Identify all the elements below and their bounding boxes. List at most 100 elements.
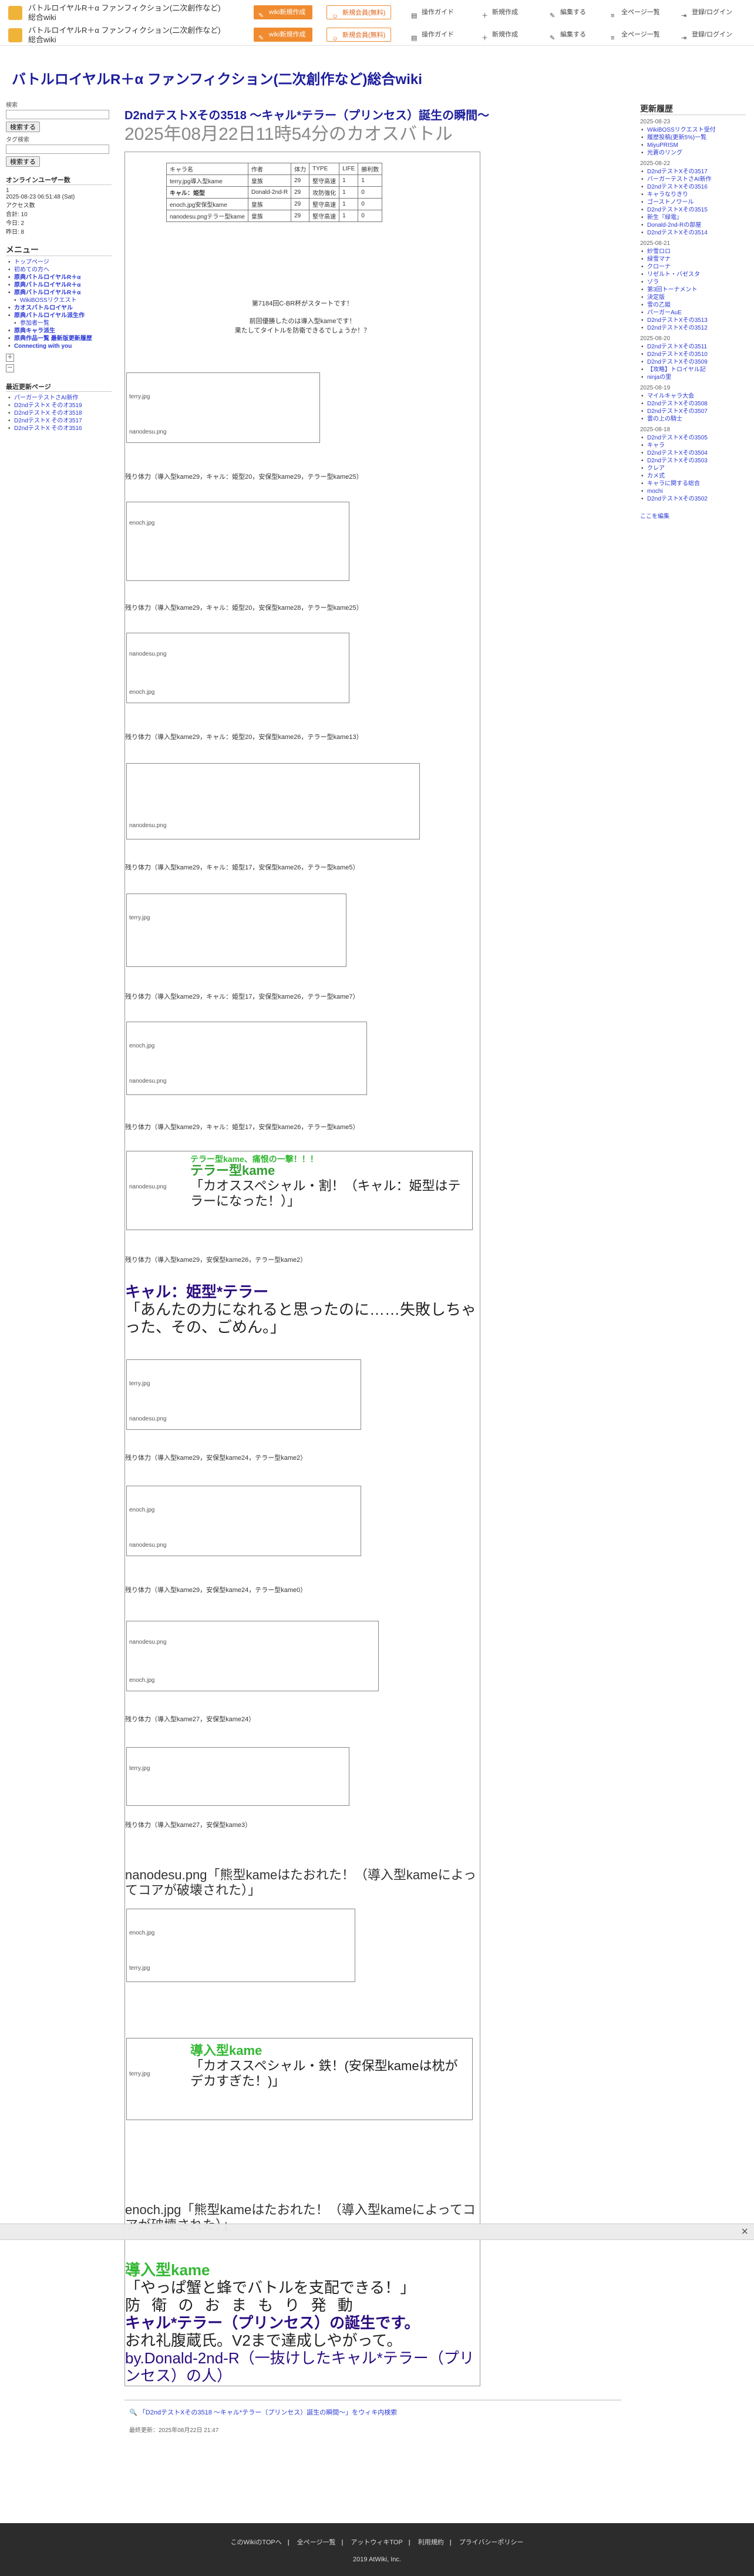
menu-guide[interactable]: ▤ 操作ガイド (411, 28, 454, 42)
toolbar-site-title[interactable]: バトルロイヤルR＋α ファンフィクション(二次創作など)総合wiki (28, 4, 222, 22)
side-menu-item[interactable]: 原典バトルロイヤルR＋α (6, 281, 112, 289)
history-item[interactable]: クローナ (640, 263, 746, 271)
history-item[interactable]: 雲の上の騎士 (640, 415, 746, 423)
history-item[interactable]: D2ndテストXその3516 (640, 183, 746, 191)
side-menu-item[interactable]: 初めての方へ (6, 266, 112, 274)
ending: 導入型kame 「やっぱ蟹と蜂でバトルを支配できる！」 防 衛 の お ま も … (125, 2261, 480, 2384)
menu-edit[interactable]: ✎ 編集する (550, 28, 586, 42)
history-item[interactable]: キャラに関する総合 (640, 480, 746, 488)
history-item[interactable]: D2ndテストXその3504 (640, 449, 746, 457)
history-item[interactable]: D2ndテストXその3515 (640, 206, 746, 214)
history-item[interactable]: 雪の乙姫 (640, 301, 746, 309)
side-menu-item[interactable]: 原典バトルロイヤルR＋α (6, 289, 112, 297)
history-item[interactable]: D2ndテストXその3503 (640, 457, 746, 465)
history-item[interactable]: D2ndテストXその3502 (640, 495, 746, 503)
site-logo-icon[interactable] (8, 6, 22, 20)
cell[interactable]: nanodesu.pngテラー型kame (166, 210, 248, 222)
sign-up-button[interactable]: ☺ 新規会員(無料) (326, 28, 391, 42)
cell[interactable]: キャル：姫型 (166, 186, 248, 199)
tag-search-input[interactable] (6, 145, 109, 154)
menu-login[interactable]: ⇥ 登録/ログイン (681, 28, 732, 42)
footer-link[interactable]: 利用規約 (418, 2539, 444, 2546)
history-item[interactable]: D2ndテストXその3507 (640, 408, 746, 415)
footer-link[interactable]: アットウィキTOP (351, 2539, 402, 2546)
expand-icon[interactable]: ＋ (6, 354, 14, 362)
new-wiki-button[interactable]: ✎ wiki新規作成 (254, 5, 312, 19)
site-heading[interactable]: バトルロイヤルR＋α ファンフィクション(二次創作など)総合wiki (12, 68, 422, 88)
menu-guide[interactable]: ▤ 操作ガイド (411, 5, 454, 19)
history-item[interactable]: D2ndテストXその3512 (640, 324, 746, 332)
history-item[interactable]: 決定版 (640, 294, 746, 301)
toolbar-site-title[interactable]: バトルロイヤルR＋α ファンフィクション(二次創作など)総合wiki (28, 26, 222, 45)
history-item[interactable]: D2ndテストXその3510 (640, 351, 746, 358)
history-item[interactable]: D2ndテストXその3513 (640, 317, 746, 324)
wiki-search-text[interactable]: 「D2ndテストXその3518 〜キャル*テラー（プリンセス）誕生の瞬間〜」をウ… (139, 2409, 397, 2416)
new-wiki-button[interactable]: ✎ wiki新規作成 (254, 28, 312, 42)
history-item[interactable]: 履歴投稿(更新5%)一覧 (640, 134, 746, 142)
sign-up-button[interactable]: ☺ 新規会員(無料) (326, 5, 391, 20)
cell[interactable]: terry.jpg導入型kame (166, 174, 248, 187)
history-item[interactable]: 第3回トーナメント (640, 286, 746, 294)
history-item[interactable]: ninjaの里 (640, 374, 746, 381)
wiki-search-link[interactable]: 🔍 「D2ndテストXその3518 〜キャル*テラー（プリンセス）誕生の瞬間〜」… (129, 2407, 397, 2417)
history-item[interactable]: キャラなりきり (640, 191, 746, 199)
history-item[interactable]: クレア (640, 465, 746, 472)
history-item[interactable]: mochi (640, 488, 746, 495)
history-item[interactable]: WikiBOSSリクエスト受付 (640, 126, 746, 134)
footer-link[interactable]: プライバシーポリシー (459, 2539, 524, 2546)
history-item[interactable]: MiyuPRISM (640, 142, 746, 149)
history-item[interactable]: パーガーAuE (640, 309, 746, 317)
menu-new-page[interactable]: ＋新規作成 (482, 5, 518, 19)
footer-link[interactable]: このWikiのTOPへ (231, 2539, 282, 2546)
history-item[interactable]: ゾラ (640, 278, 746, 286)
side-menu-item[interactable]: 原典バトルロイヤルR＋α (6, 274, 112, 281)
side-menu-item[interactable]: 原典バトルロイヤル派生作 (6, 312, 112, 320)
history-item[interactable]: D2ndテストXその3514 (640, 229, 746, 237)
recent-item[interactable]: D2ndテストX そのオ3518 (6, 409, 112, 417)
search-input[interactable] (6, 110, 109, 119)
side-menu-item[interactable]: 参加者一覧 (6, 320, 112, 327)
recent-item[interactable]: D2ndテストX そのオ3519 (6, 402, 112, 409)
side-menu-item[interactable]: トップページ (6, 258, 112, 266)
side-menu-item[interactable]: 原典作品一覧 最新版更新履歴 (6, 335, 112, 342)
side-menu-item[interactable]: カオスバトルロイヤル (6, 304, 112, 312)
recent-item[interactable]: D2ndテストX そのオ3516 (6, 425, 112, 432)
history-item[interactable]: 新生『緑電』 (640, 214, 746, 221)
history-item[interactable]: マイルキャラ大会 (640, 392, 746, 400)
menu-login[interactable]: ⇥ 登録/ログイン (681, 5, 732, 19)
history-item[interactable]: 【攻略】トロイヤル記 (640, 366, 746, 374)
side-menu-item[interactable]: 原典キャラ派生 (6, 327, 112, 335)
history-item[interactable]: D2ndテストXその3517 (640, 168, 746, 176)
history-item[interactable]: カメ式 (640, 472, 746, 480)
search-button[interactable]: 検索する (6, 122, 40, 132)
edit-link[interactable]: ここを編集 (640, 511, 746, 520)
left-sidebar: 検索 検索する タグ検索 検索する オンラインユーザー数 1 2025-08-2… (0, 94, 117, 2503)
close-icon[interactable]: × (741, 2225, 748, 2239)
history-item[interactable]: 緑雪マナ (640, 256, 746, 263)
menu-edit[interactable]: ✎ 編集する (550, 5, 586, 19)
recent-item[interactable]: D2ndテストX そのオ3517 (6, 417, 112, 425)
history-item[interactable]: 紗雪ロロ (640, 248, 746, 256)
menu-all-pages[interactable]: ≡ 全ページ一覧 (611, 28, 660, 42)
history-item[interactable]: D2ndテストXその3511 (640, 343, 746, 351)
footer-link[interactable]: 全ページ一覧 (297, 2539, 336, 2546)
site-logo-icon[interactable] (8, 28, 22, 42)
side-menu-item[interactable]: WikiBOSSリクエスト (6, 297, 112, 304)
history-item[interactable]: 光蒼のリング (640, 149, 746, 157)
history-item[interactable]: D2ndテストXその3509 (640, 358, 746, 366)
cell[interactable]: enoch.jpg安保型kame (166, 198, 248, 210)
side-menu-item[interactable]: Connecting with you (6, 342, 112, 350)
menu-new-page[interactable]: ＋新規作成 (482, 28, 518, 42)
menu-all-pages[interactable]: ≡ 全ページ一覧 (611, 5, 660, 19)
recent-item[interactable]: パーガーテストさAI新作 (6, 394, 112, 402)
tag-search-button[interactable]: 検索する (6, 156, 40, 167)
history-item[interactable]: D2ndテストXその3508 (640, 400, 746, 408)
history-item[interactable]: キャラ (640, 442, 746, 449)
history-item[interactable]: バーガーテストさAI新作 (640, 176, 746, 183)
history-item[interactable]: リゼルト・バゼスタ (640, 271, 746, 278)
collapse-icon[interactable]: － (6, 364, 14, 372)
history-item[interactable]: Donald-2nd-Rの部屋 (640, 221, 746, 229)
history-item[interactable]: ゴーストノワール (640, 199, 746, 206)
image-placeholder: nanodesu.png (129, 1184, 167, 1190)
history-item[interactable]: D2ndテストXその3505 (640, 434, 746, 442)
